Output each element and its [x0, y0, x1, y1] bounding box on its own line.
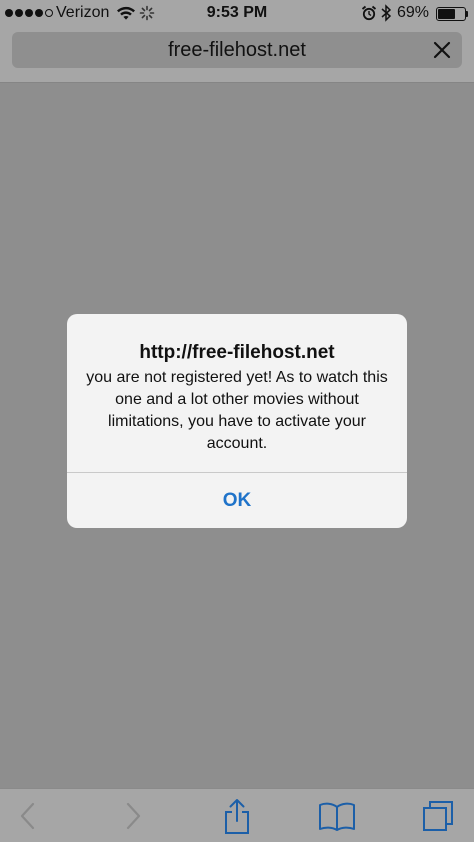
back-icon[interactable] — [9, 797, 47, 835]
bookmarks-icon[interactable] — [318, 797, 356, 835]
share-icon[interactable] — [218, 797, 256, 835]
battery-tip — [466, 11, 468, 17]
tabs-icon[interactable] — [419, 797, 457, 835]
dialog-message: you are not registered yet! As to watch … — [86, 369, 388, 452]
battery-level-fill — [438, 9, 456, 19]
close-icon[interactable] — [430, 38, 454, 62]
bluetooth-icon — [380, 4, 392, 26]
status-bar: Verizon 9:53 PM 69% — [0, 0, 474, 28]
forward-icon[interactable] — [114, 797, 152, 835]
safari-screen: Verizon 9:53 PM 69% free-filehost.net ht… — [0, 0, 474, 842]
battery-icon — [436, 7, 466, 21]
alarm-icon — [361, 5, 377, 25]
ok-button[interactable]: OK — [67, 473, 407, 528]
battery-percent: 69% — [397, 4, 430, 21]
address-bar[interactable]: free-filehost.net — [12, 32, 462, 68]
dialog-title: http://free-filehost.net — [139, 342, 335, 363]
navigation-bar: free-filehost.net — [0, 28, 474, 83]
alert-dialog: http://free-filehost.net you are not reg… — [67, 314, 407, 528]
bottom-toolbar — [0, 788, 474, 842]
url-text: free-filehost.net — [168, 39, 306, 61]
